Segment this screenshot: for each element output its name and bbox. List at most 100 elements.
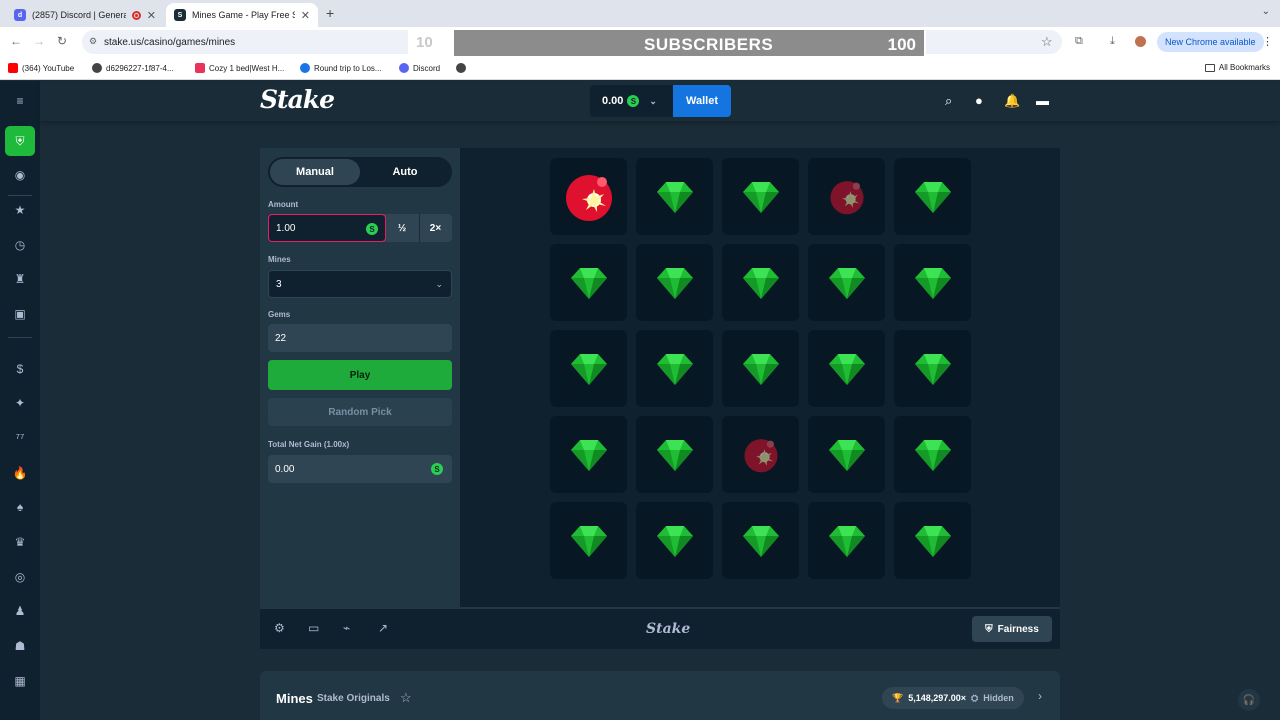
tile-gem[interactable] <box>894 244 971 321</box>
slots-icon[interactable]: ⁷⁷ <box>10 428 30 448</box>
close-tab-icon[interactable]: ✕ <box>301 9 310 22</box>
amount-group: 1.00 S ½ 2× <box>268 214 452 242</box>
tile-gem[interactable] <box>894 158 971 235</box>
mines-select[interactable]: 3 ⌄ <box>268 270 452 298</box>
tile-gem[interactable] <box>722 330 799 407</box>
theatre-mode-icon[interactable]: ▭ <box>308 621 319 635</box>
tile-gem[interactable] <box>636 244 713 321</box>
tile-gem[interactable] <box>550 416 627 493</box>
tab-search-icon[interactable]: ⌄ <box>1262 6 1270 17</box>
tile-gem[interactable] <box>636 502 713 579</box>
tile-bomb-hit[interactable] <box>550 158 627 235</box>
tile-gem[interactable] <box>808 244 885 321</box>
site-info-icon[interactable]: ⚙ <box>89 36 99 46</box>
search-icon[interactable]: ⌕ <box>945 93 952 109</box>
bookmark-label: Discord <box>413 63 441 73</box>
favourites-star-icon[interactable]: ★ <box>10 200 30 220</box>
tile-gem[interactable] <box>894 330 971 407</box>
tile-gem[interactable] <box>722 158 799 235</box>
recent-clock-icon[interactable]: ◷ <box>10 235 30 255</box>
hot-games-fire-icon[interactable]: 🔥 <box>10 463 30 483</box>
bookmark-round-trip[interactable]: Round trip to Los... <box>300 63 382 73</box>
all-games-grid-icon[interactable]: ▦ <box>10 671 30 691</box>
bookmark-discord[interactable]: Discord <box>399 63 440 73</box>
tile-gem[interactable] <box>808 330 885 407</box>
tile-gem[interactable] <box>550 330 627 407</box>
settings-gear-icon[interactable]: ⚙ <box>274 621 285 635</box>
my-bets-icon[interactable]: ▣ <box>10 304 30 324</box>
gem-icon <box>742 525 779 557</box>
table-games-icon[interactable]: ♟ <box>10 601 30 621</box>
bookmark-star-icon[interactable]: ☆ <box>1041 34 1053 50</box>
new-tab-icon[interactable]: + <box>326 5 334 21</box>
download-icon[interactable]: ⤓ <box>1110 35 1115 48</box>
blackjack-icon[interactable]: ♠ <box>10 497 30 517</box>
live-casino-icon[interactable]: ☗ <box>10 636 30 656</box>
stake-logo[interactable]: Stake <box>260 85 335 114</box>
menu-hamburger-icon[interactable]: ≡ <box>10 91 30 111</box>
close-tab-icon[interactable]: ✕ <box>147 9 156 22</box>
challenges-icon[interactable]: ♜ <box>10 269 30 289</box>
extensions-icon[interactable]: ⧉ <box>1075 35 1083 48</box>
tile-gem[interactable] <box>636 158 713 235</box>
notifications-bell-icon[interactable]: 🔔 <box>1004 93 1020 109</box>
game-info-bar: Mines Stake Originals ☆ 🏆 5,148,297.00× … <box>260 671 1060 720</box>
bookmark-github[interactable]: d6296227-1f87-4... <box>92 63 174 73</box>
tile-gem[interactable] <box>808 502 885 579</box>
casino-icon[interactable]: ◉ <box>10 165 30 185</box>
chat-icon[interactable]: ▬ <box>1036 93 1049 108</box>
tile-gem[interactable] <box>894 502 971 579</box>
tile-gem[interactable] <box>722 244 799 321</box>
sweeps-coin-icon: S <box>431 463 443 475</box>
game-shows-crown-icon[interactable]: ♛ <box>10 532 30 552</box>
forward-icon[interactable]: → <box>33 34 45 48</box>
tab-auto[interactable]: Auto <box>360 159 450 185</box>
new-releases-icon[interactable]: ✦ <box>10 393 30 413</box>
balance-selector[interactable]: 0.00 S ⌄ <box>590 85 673 117</box>
trophy-icon: 🏆 <box>892 692 904 703</box>
tab-mines[interactable]: S Mines Game - Play Free Soci ✕ <box>166 3 318 27</box>
subscriber-count: 10 <box>416 34 433 51</box>
popout-icon[interactable]: ↗ <box>378 621 388 635</box>
double-bet-button[interactable]: 2× <box>419 214 451 242</box>
fairness-button[interactable]: ⛨ Fairness <box>972 616 1052 642</box>
profile-avatar[interactable] <box>1135 36 1146 47</box>
roulette-icon[interactable]: ◎ <box>10 567 30 587</box>
game-provider[interactable]: Stake Originals <box>317 693 390 704</box>
new-chrome-available-button[interactable]: New Chrome available <box>1157 32 1264 52</box>
back-icon[interactable]: ← <box>10 34 22 48</box>
bookmark-unnamed[interactable] <box>456 63 466 73</box>
live-stats-icon[interactable]: ⌁ <box>343 621 350 635</box>
browser-menu-icon[interactable]: ⋮ <box>1262 35 1273 48</box>
stake-originals-icon[interactable]: $ <box>10 359 30 379</box>
balance-value: 0.00 <box>602 95 624 107</box>
wallet-button[interactable]: Wallet <box>673 85 731 117</box>
bookmark-youtube[interactable]: (364) YouTube <box>8 63 74 73</box>
tile-bomb[interactable] <box>808 158 885 235</box>
mine-icon <box>829 180 864 214</box>
tile-gem[interactable] <box>550 244 627 321</box>
half-bet-button[interactable]: ½ <box>386 214 418 242</box>
play-button[interactable]: Play <box>268 360 452 390</box>
support-headset-icon[interactable]: 🎧 <box>1238 689 1260 711</box>
tab-manual[interactable]: Manual <box>270 159 360 185</box>
chevron-right-icon[interactable]: › <box>1038 689 1042 703</box>
user-icon[interactable]: ● <box>975 93 983 108</box>
tile-gem[interactable] <box>550 502 627 579</box>
favourite-star-icon[interactable]: ☆ <box>400 690 412 706</box>
tile-bomb[interactable] <box>722 416 799 493</box>
random-pick-button[interactable]: Random Pick <box>268 398 452 426</box>
tile-gem[interactable] <box>808 416 885 493</box>
vip-shield-icon[interactable]: ⛨ <box>5 126 35 156</box>
reload-icon[interactable]: ↻ <box>57 34 67 48</box>
gem-icon <box>570 439 607 471</box>
record-badge[interactable]: 🏆 5,148,297.00× ⛭ Hidden <box>882 687 1024 709</box>
tile-gem[interactable] <box>636 416 713 493</box>
all-bookmarks[interactable]: All Bookmarks <box>1204 63 1270 72</box>
bookmark-cozy-bed[interactable]: Cozy 1 bed|West H... <box>195 63 284 73</box>
tile-gem[interactable] <box>636 330 713 407</box>
tab-discord[interactable]: d (2857) Discord | General ✕ <box>6 3 164 27</box>
tile-gem[interactable] <box>894 416 971 493</box>
amount-input[interactable]: 1.00 S <box>268 214 386 242</box>
tile-gem[interactable] <box>722 502 799 579</box>
